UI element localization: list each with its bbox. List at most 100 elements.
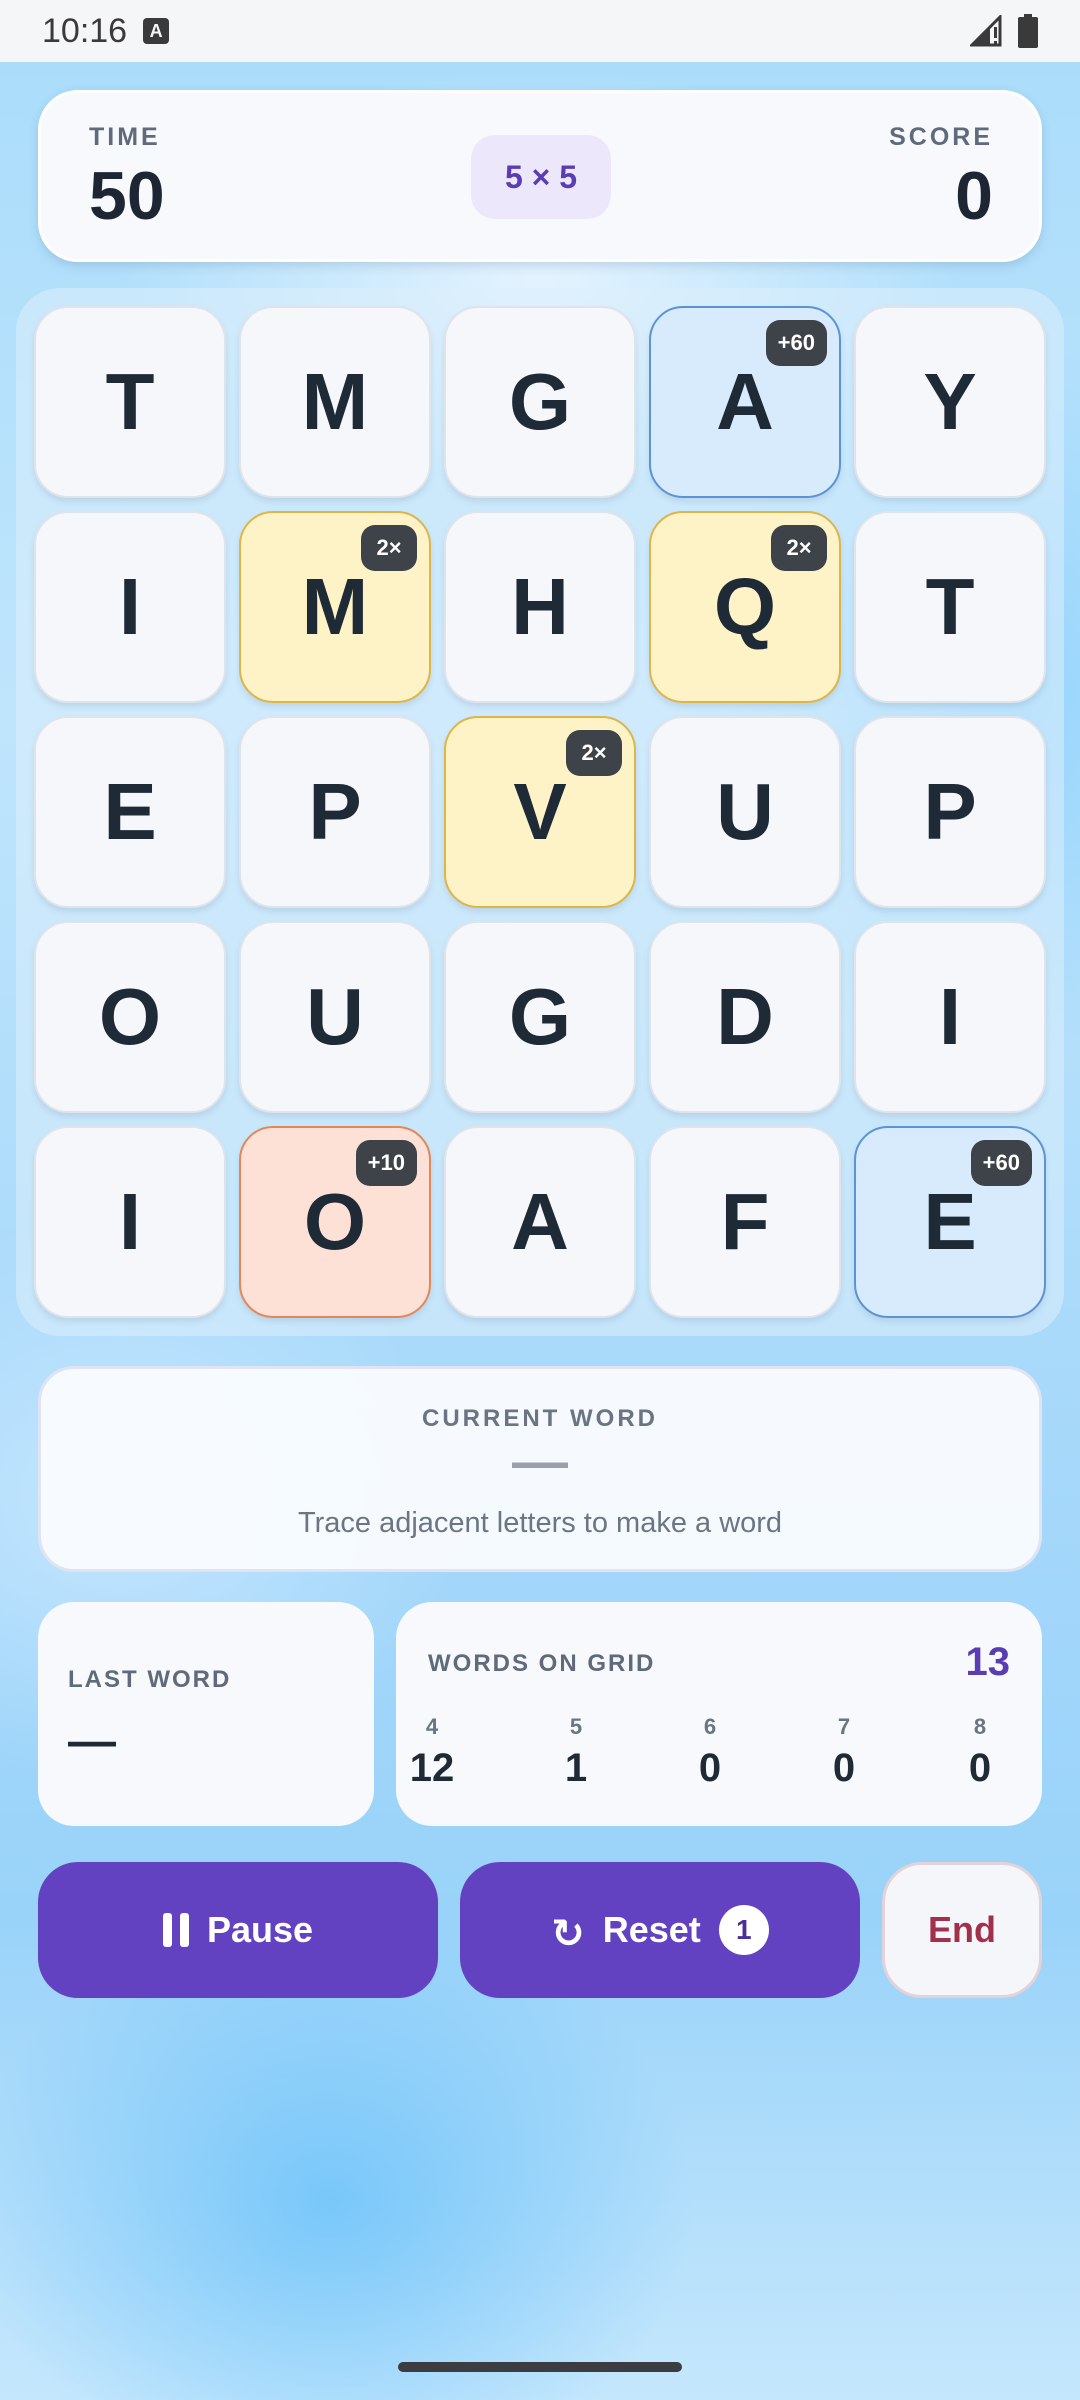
word-length-count: 5 1	[526, 1714, 626, 1791]
words-on-grid-panel: WORDS ON GRID 13 4 12 5 1 6 0 7 0 8 0	[396, 1602, 1042, 1826]
words-on-grid-label: WORDS ON GRID	[428, 1650, 656, 1677]
status-bar: 10:16 A	[0, 0, 1080, 62]
letter-tile[interactable]: U	[239, 921, 431, 1113]
tile-letter: G	[508, 972, 572, 1061]
signal-icon	[970, 15, 1002, 47]
tile-bonus-badge: +10	[355, 1140, 417, 1186]
letter-board: T M G A +60 Y I M 2× H Q 2× T E P V 2× U P O U G D I I O +10 A F E +60	[16, 288, 1064, 1336]
tile-letter: A	[511, 1177, 569, 1266]
word-length: 4	[425, 1714, 439, 1739]
tile-letter: I	[118, 562, 142, 651]
letter-tile[interactable]: Q 2×	[649, 511, 841, 703]
pause-label: Pause	[206, 1909, 314, 1950]
tile-letter: O	[98, 972, 162, 1061]
last-word-label: LAST WORD	[68, 1666, 232, 1693]
score-label: SCORE	[889, 123, 993, 151]
status-right	[970, 14, 1038, 48]
tile-letter: T	[925, 562, 975, 651]
letter-tile[interactable]: D	[649, 921, 841, 1113]
tile-letter: T	[105, 357, 155, 446]
tile-letter: Q	[713, 562, 777, 651]
word-count: 0	[968, 1746, 992, 1790]
tile-letter: U	[306, 972, 364, 1061]
letter-tile[interactable]: P	[854, 716, 1046, 908]
tile-letter: I	[938, 972, 962, 1061]
tile-bonus-badge: +60	[970, 1140, 1032, 1186]
tile-letter: Y	[923, 357, 977, 446]
tile-bonus-badge: 2×	[771, 525, 827, 571]
letter-tile[interactable]: V 2×	[444, 716, 636, 908]
grid-size-badge: 5 × 5	[471, 135, 611, 219]
letter-tile[interactable]: P	[239, 716, 431, 908]
tile-letter: O	[303, 1177, 367, 1266]
letter-tile[interactable]: M	[239, 306, 431, 498]
pause-icon	[162, 1913, 189, 1947]
tile-bonus-badge: 2×	[566, 730, 622, 776]
word-length-count: 4 12	[382, 1714, 482, 1791]
last-word-panel: LAST WORD —	[38, 1602, 374, 1826]
letter-tile[interactable]: I	[854, 921, 1046, 1113]
end-button[interactable]: End	[882, 1862, 1042, 1998]
reset-button[interactable]: ↻ Reset 1	[460, 1862, 860, 1998]
tile-letter: M	[301, 562, 369, 651]
last-word-value: —	[68, 1715, 116, 1768]
reset-icon: ↻	[551, 1912, 585, 1956]
current-word-hint: Trace adjacent letters to make a word	[297, 1507, 783, 1539]
score-value: 0	[955, 158, 993, 234]
letter-tile[interactable]: A	[444, 1126, 636, 1318]
letter-tile[interactable]: I	[34, 1126, 226, 1318]
letter-tile[interactable]: U	[649, 716, 841, 908]
time-label: TIME	[89, 123, 161, 151]
letter-tile[interactable]: M 2×	[239, 511, 431, 703]
word-length: 8	[973, 1714, 987, 1739]
current-word-value: —	[512, 1429, 568, 1492]
letter-tile[interactable]: O +10	[239, 1126, 431, 1318]
letter-tile[interactable]: E	[34, 716, 226, 908]
reset-count-badge: 1	[718, 1905, 769, 1955]
home-indicator[interactable]	[398, 2362, 682, 2372]
tile-bonus-badge: +60	[765, 320, 827, 366]
letter-tile[interactable]: T	[854, 511, 1046, 703]
end-label: End	[928, 1909, 996, 1950]
tile-letter: U	[716, 767, 774, 856]
status-left: 10:16 A	[42, 12, 170, 51]
game-header: TIME 50 5 × 5 SCORE 0	[38, 90, 1042, 262]
word-length: 7	[837, 1714, 851, 1739]
tile-letter: E	[103, 767, 157, 856]
reset-label: Reset	[602, 1909, 701, 1950]
tile-letter: E	[923, 1177, 977, 1266]
tile-letter: A	[716, 357, 774, 446]
tile-letter: M	[301, 357, 369, 446]
notification-icon: A	[143, 18, 170, 44]
letter-tile[interactable]: T	[34, 306, 226, 498]
letter-tile[interactable]: G	[444, 306, 636, 498]
time-value: 50	[89, 158, 165, 234]
word-length: 6	[703, 1714, 717, 1739]
letter-tile[interactable]: F	[649, 1126, 841, 1318]
word-length-count: 6 0	[660, 1714, 760, 1791]
word-length-count: 8 0	[930, 1714, 1030, 1791]
letter-tile[interactable]: O	[34, 921, 226, 1113]
words-on-grid-total: 13	[965, 1640, 1011, 1684]
letter-tile[interactable]: H	[444, 511, 636, 703]
tile-letter: V	[513, 767, 567, 856]
letter-tile[interactable]: E +60	[854, 1126, 1046, 1318]
tile-letter: G	[508, 357, 572, 446]
word-count: 0	[698, 1746, 722, 1790]
word-count: 1	[564, 1746, 588, 1790]
word-count: 12	[409, 1746, 455, 1790]
pause-button[interactable]: Pause	[38, 1862, 438, 1998]
letter-tile[interactable]: I	[34, 511, 226, 703]
word-length-count: 7 0	[794, 1714, 894, 1791]
word-length: 5	[569, 1714, 583, 1739]
letter-tile[interactable]: A +60	[649, 306, 841, 498]
tile-bonus-badge: 2×	[361, 525, 417, 571]
word-count: 0	[832, 1746, 856, 1790]
tile-letter: D	[716, 972, 774, 1061]
letter-tile[interactable]: G	[444, 921, 636, 1113]
tile-letter: H	[511, 562, 569, 651]
tile-letter: F	[720, 1177, 770, 1266]
tile-letter: P	[308, 767, 362, 856]
letter-tile[interactable]: Y	[854, 306, 1046, 498]
tile-letter: I	[118, 1177, 142, 1266]
